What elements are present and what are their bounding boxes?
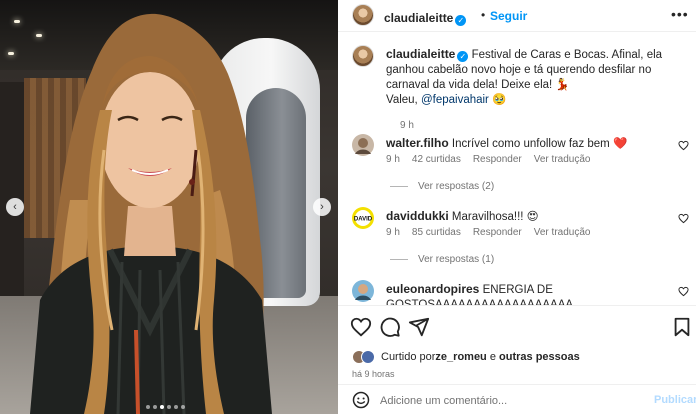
post-time-ago[interactable]: há 9 horas [352,369,395,379]
liked-by-suffix: e [486,351,500,363]
translate-button[interactable]: Ver tradução [534,154,591,165]
comment-avatar[interactable]: DAVID [352,207,374,229]
carousel-dot-active [160,405,164,409]
more-options-icon[interactable]: ••• [671,6,689,22]
comment-body: Maravilhosa!!! 😍 [451,211,539,223]
liked-by-row: Curtido por ze_romeu e outras pessoas [352,350,580,364]
post-detail-panel: claudialeitte ✓ • Seguir ••• claudialeitt… [338,0,696,414]
carousel-indicator [146,405,185,409]
comment-body: Incrível como unfollow faz bem ❤️ [451,138,628,150]
add-comment-bar: Publicar [338,384,696,414]
comment-meta: 9 h 42 curtidas Responder Ver tradução [386,154,590,165]
chevron-right-icon: › [320,200,324,213]
comment-likes[interactable]: 42 curtidas [412,154,461,165]
comment-input[interactable] [380,393,620,409]
comment-text: walter.filho Incrível como unfollow faz … [386,136,656,152]
chevron-left-icon: ‹ [13,200,17,213]
reply-button[interactable]: Responder [473,227,522,238]
caption-emoji: 🥹 [488,94,507,106]
liked-by-prefix: Curtido por [381,351,436,363]
view-replies-label[interactable]: Ver respostas (2) [418,181,494,192]
replies-divider [390,259,408,260]
carousel-dot [174,405,178,409]
bookmark-icon[interactable] [671,316,693,338]
share-icon[interactable] [408,316,430,338]
photo-woman [30,13,272,414]
comment-time[interactable]: 9 h [386,227,400,238]
header-separator: • [481,8,486,22]
author-avatar[interactable] [352,4,374,26]
previous-slide-button[interactable]: ‹ [6,198,24,216]
view-replies-label[interactable]: Ver respostas (1) [418,254,494,265]
carousel-dot [153,405,157,409]
author-username-group[interactable]: claudialeitte ✓ [384,9,467,27]
reply-button[interactable]: Responder [473,154,522,165]
publish-button[interactable]: Publicar [654,394,696,406]
comments-scroll-area[interactable]: claudialeitte ✓ Festival de Caras e Bocas… [338,33,696,305]
caption-text: claudialeitte ✓ Festival de Caras e Bocas… [386,47,682,108]
liker-avatar[interactable] [361,350,375,364]
caption-mention-link[interactable]: @fepaivahair [421,94,489,106]
caption-author-avatar[interactable] [352,45,374,67]
comment-heart-icon[interactable] [678,286,689,297]
heart-icon[interactable] [350,316,372,338]
post-media[interactable]: ‹ › [0,0,338,414]
verified-badge-icon: ✓ [457,51,469,62]
carousel-dot [181,405,185,409]
comment-username[interactable]: walter.filho [386,136,449,150]
carousel-dot [167,405,171,409]
caption-timestamp[interactable]: 9 h [400,120,414,131]
caption-username[interactable]: claudialeitte [386,47,455,61]
caption-thanks: Valeu, [386,94,421,106]
comment-avatar[interactable] [352,280,374,302]
carousel-dot [146,405,150,409]
comment-meta: 9 h 85 curtidas Responder Ver tradução [386,227,590,238]
author-username[interactable]: claudialeitte [384,11,453,25]
comment-time[interactable]: 9 h [386,154,400,165]
comment-username[interactable]: daviddukki [386,209,449,223]
comment-text: daviddukki Maravilhosa!!! 😍 [386,209,656,225]
next-slide-button[interactable]: › [313,198,331,216]
comment-username[interactable]: euleonardopires [386,282,479,296]
comment-heart-icon[interactable] [678,140,689,151]
comment-icon[interactable] [379,316,401,338]
comment-heart-icon[interactable] [678,213,689,224]
verified-badge-icon: ✓ [455,15,467,26]
comment-item: DAVID daviddukki Maravilhosa!!! 😍 9 h 85… [352,207,689,251]
post-header: claudialeitte ✓ • Seguir ••• [338,0,696,32]
comment-likes[interactable]: 85 curtidas [412,227,461,238]
translate-button[interactable]: Ver tradução [534,227,591,238]
comment-item: euleonardopires ENERGIA DE GOSTOSAAAAAAA… [352,280,689,305]
liked-by-others[interactable]: outras pessoas [499,351,580,363]
follow-button[interactable]: Seguir [490,9,527,23]
replies-divider [390,186,408,187]
liked-by-user[interactable]: ze_romeu [435,351,486,363]
view-replies-button[interactable]: Ver respostas (2) [390,181,494,192]
post-actions: Curtido por ze_romeu e outras pessoas há… [338,305,696,414]
svg-text:DAVID: DAVID [354,217,373,223]
view-replies-button[interactable]: Ver respostas (1) [390,254,494,265]
comment-item: walter.filho Incrível como unfollow faz … [352,134,689,178]
comment-text: euleonardopires ENERGIA DE GOSTOSAAAAAAA… [386,282,676,305]
comment-avatar[interactable] [352,134,374,156]
emoji-icon[interactable] [352,391,370,409]
